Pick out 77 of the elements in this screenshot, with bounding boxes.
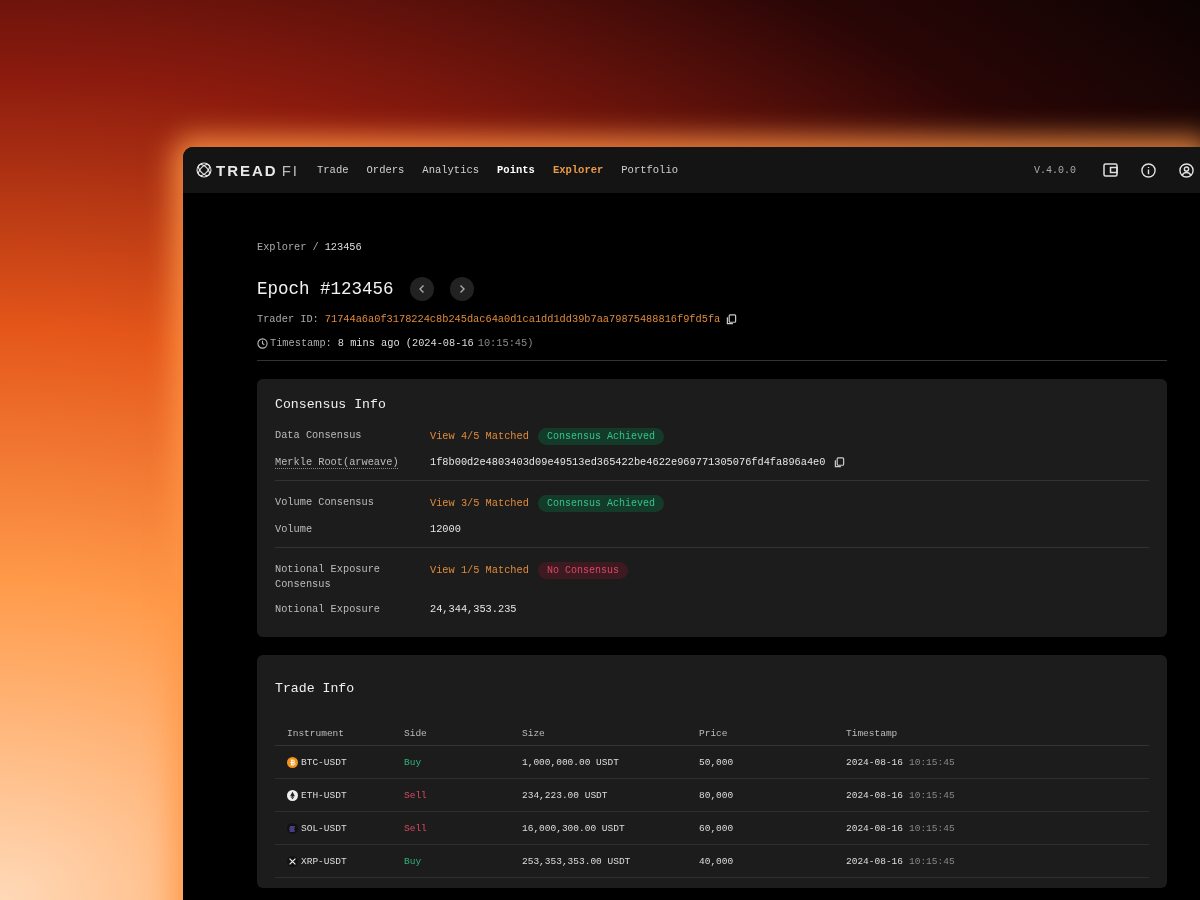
size-cell: 16,000,300.00 USDT	[522, 822, 625, 834]
next-button[interactable]	[449, 277, 474, 301]
column-header: Side	[392, 722, 510, 746]
nav-link[interactable]: Trade	[317, 164, 349, 176]
nav-link[interactable]: Portfolio	[621, 164, 678, 176]
date-cell: 2024-08-16	[846, 822, 903, 834]
field-label: Data Consensus	[275, 428, 363, 443]
time-cell: 10:15:45	[909, 789, 955, 801]
date-cell: 2024-08-16	[846, 756, 903, 768]
copy-icon[interactable]	[726, 313, 738, 325]
matched-link[interactable]: View 3/5 Matched	[430, 496, 529, 511]
side-cell: Sell	[404, 822, 427, 834]
side-cell: Buy	[404, 756, 422, 768]
wallet-icon[interactable]	[1102, 162, 1118, 178]
size-cell: 234,223.00 USDT	[522, 789, 608, 801]
field-label: Volume Consensus	[275, 495, 375, 510]
field-label[interactable]: Merkle Root(arweave)	[275, 455, 400, 470]
status-badge: No Consensus	[537, 562, 628, 579]
nav-link[interactable]: Orders	[366, 164, 405, 176]
price-cell: 40,000	[699, 855, 734, 867]
card-title: Trade Info	[275, 681, 356, 696]
instrument-cell: ETH-USDT	[301, 789, 347, 801]
field-label: Notional Exposure	[275, 602, 382, 617]
time-cell: 10:15:45	[909, 822, 955, 834]
column-header: Timestamp	[834, 722, 1149, 746]
clock-icon	[257, 337, 268, 349]
field-value: 24,344,353.235	[430, 602, 518, 617]
time-cell: 10:15:45	[909, 756, 955, 768]
version-label: V.4.0.0	[1034, 164, 1076, 176]
breadcrumb-separator: /	[312, 241, 319, 253]
nav-link[interactable]: Explorer	[552, 164, 604, 176]
size-cell: 253,353,353.00 USDT	[522, 855, 631, 867]
stripes-icon	[287, 822, 298, 834]
cross-icon	[287, 855, 298, 867]
copy-icon[interactable]	[834, 457, 846, 468]
page-title: Epoch #123456	[257, 279, 394, 299]
nav-link[interactable]: Points	[497, 164, 535, 176]
timestamp-value: 8 mins ago (2024-08-16	[337, 337, 474, 349]
card-title: Consensus Info	[275, 397, 387, 412]
nav-link[interactable]: Analytics	[422, 164, 480, 176]
column-header: Instrument	[275, 722, 392, 746]
hash-value: 1f8b00d2e4803403d09e49513ed365422be4622e969771305076fd4fa896a4e0	[430, 455, 826, 470]
user-icon[interactable]	[1178, 162, 1194, 178]
info-icon[interactable]	[1140, 162, 1156, 178]
breadcrumb-current: 123456	[324, 241, 362, 253]
coin-icon	[287, 756, 298, 768]
status-badge: Consensus Achieved	[537, 495, 664, 512]
timestamp-time: 10:15:45)	[477, 337, 534, 349]
size-cell: 1,000,000.00 USDT	[522, 756, 619, 768]
side-cell: Buy	[404, 855, 422, 867]
side-cell: Sell	[404, 789, 427, 801]
field-label: Volume	[275, 522, 314, 537]
date-cell: 2024-08-16	[846, 789, 903, 801]
field-label: Notional Exposure Consensus	[275, 562, 382, 592]
timestamp-label: Timestamp:	[270, 337, 332, 349]
column-header: Size	[510, 722, 687, 746]
status-badge: Consensus Achieved	[537, 428, 664, 445]
trader-id-label: Trader ID:	[257, 313, 319, 325]
column-header: Price	[687, 722, 834, 746]
breadcrumb-link[interactable]: Explorer	[257, 241, 307, 253]
price-cell: 50,000	[699, 756, 734, 768]
instrument-cell: XRP-USDT	[301, 855, 347, 867]
logo-icon	[196, 162, 212, 178]
matched-link[interactable]: View 4/5 Matched	[430, 429, 529, 444]
logo-suffix: FI	[281, 161, 299, 179]
matched-link[interactable]: View 1/5 Matched	[430, 563, 529, 578]
price-cell: 60,000	[699, 822, 734, 834]
instrument-cell: BTC-USDT	[301, 756, 347, 768]
instrument-cell: SOL-USDT	[301, 822, 347, 834]
diamond-icon	[287, 789, 298, 801]
logo-text: TREAD	[216, 161, 278, 179]
field-value: 12000	[430, 522, 462, 537]
trader-id-value: 71744a6a0f3178224c8b245dac64a0d1ca1dd1dd39b7aa79875488816f9fd5fa	[324, 313, 721, 325]
date-cell: 2024-08-16	[846, 855, 903, 867]
price-cell: 80,000	[699, 789, 734, 801]
previous-button[interactable]	[409, 277, 434, 301]
time-cell: 10:15:45	[909, 855, 955, 867]
